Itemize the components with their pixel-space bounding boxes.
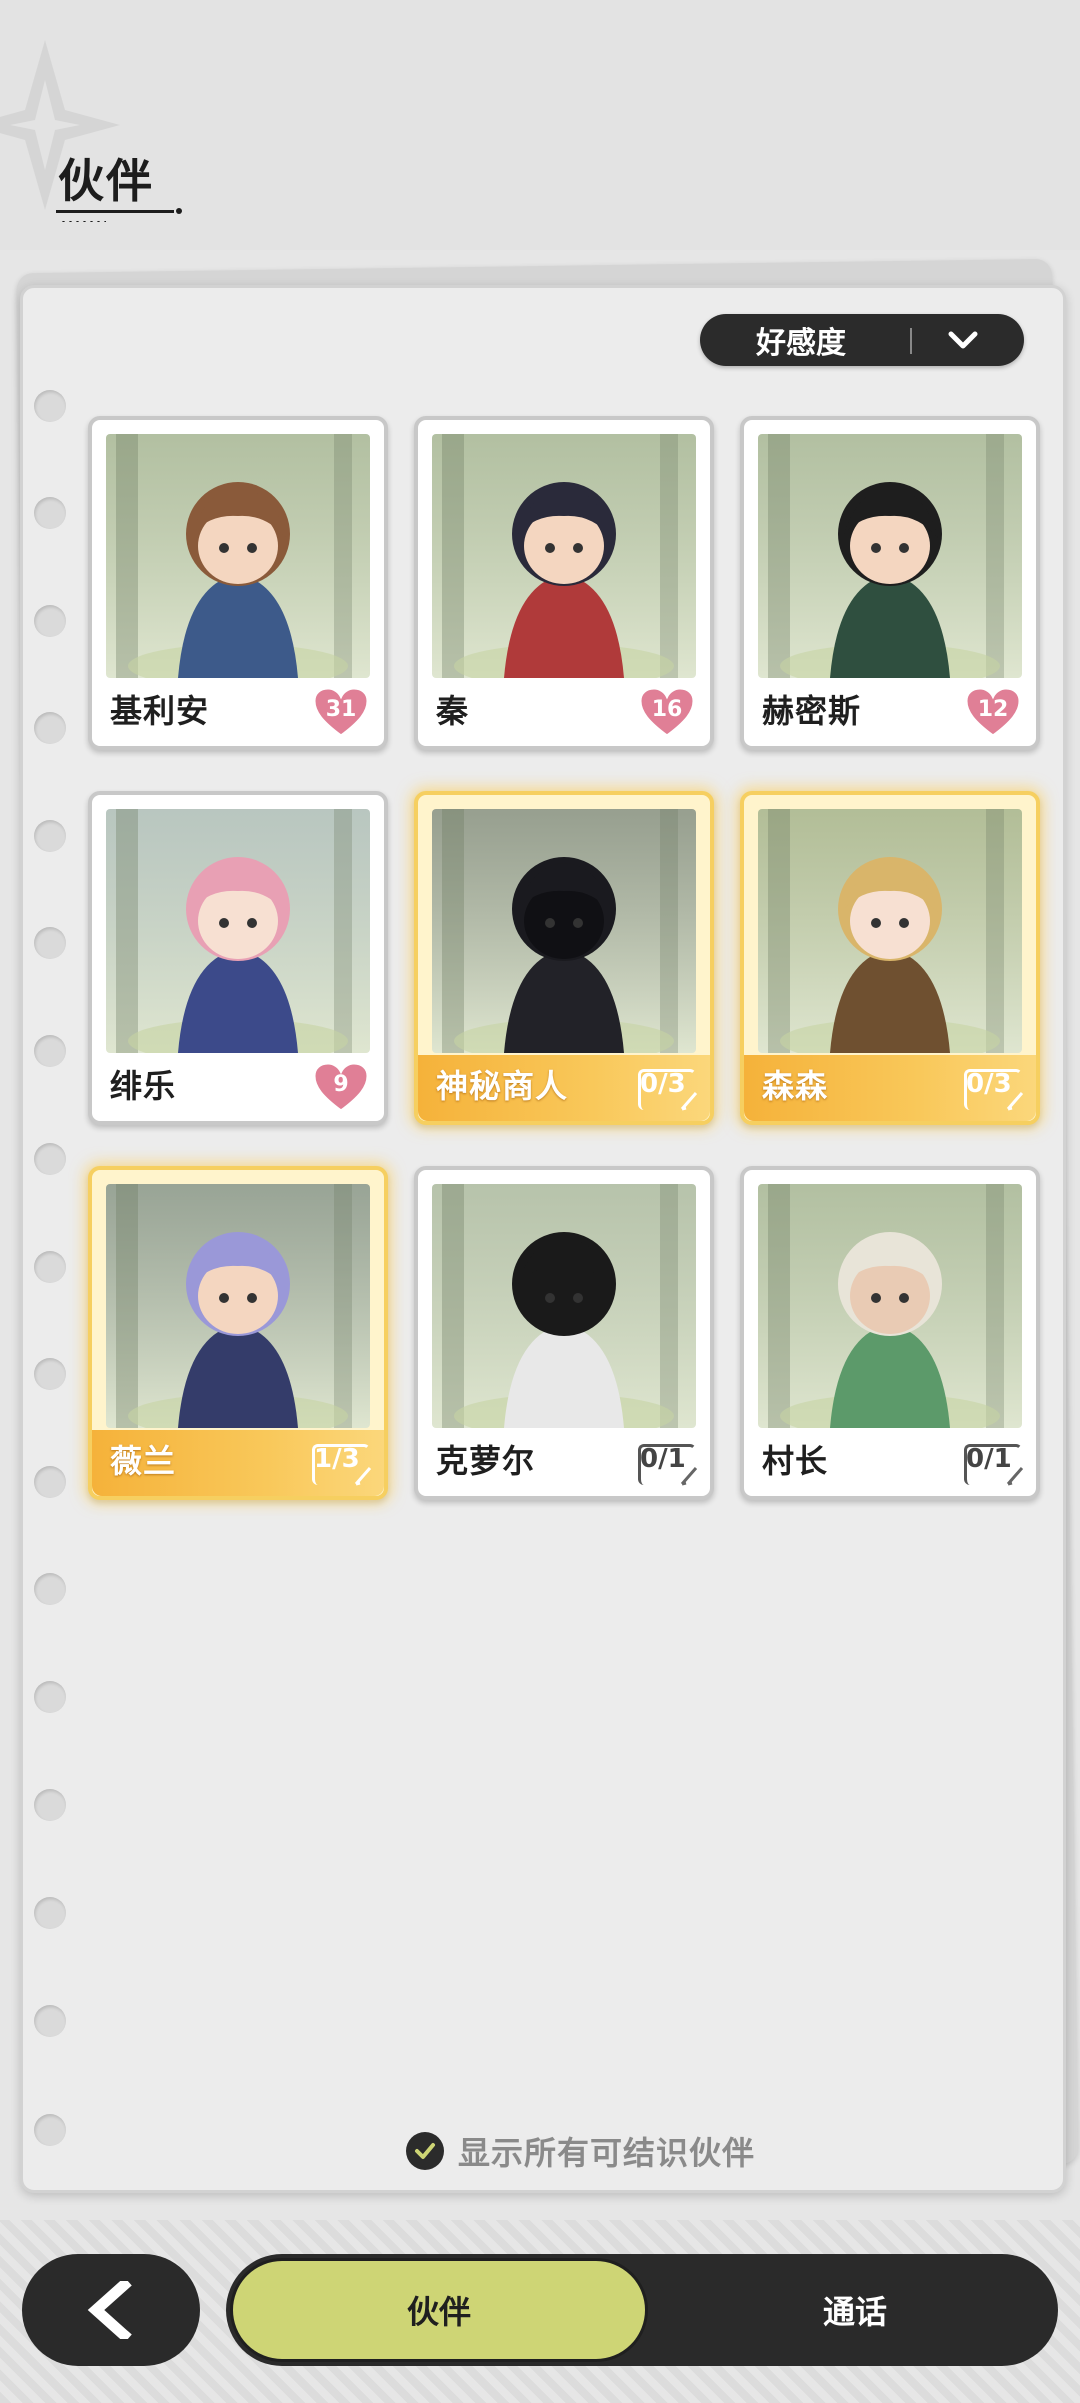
story-progress: 1/3 bbox=[312, 1440, 372, 1486]
companion-card[interactable]: 秦 16 bbox=[414, 416, 714, 750]
quill-icon bbox=[1006, 1092, 1024, 1111]
binder-hole bbox=[34, 390, 66, 422]
binder-hole bbox=[34, 712, 66, 744]
character-name: 村长 bbox=[762, 1442, 829, 1480]
binder-hole bbox=[34, 927, 66, 959]
affection-heart-icon: 9 bbox=[312, 1061, 370, 1113]
checkbox-checked-icon[interactable] bbox=[406, 2132, 444, 2170]
affection-heart-icon: 12 bbox=[964, 686, 1022, 738]
character-name: 薇兰 bbox=[110, 1442, 177, 1480]
tab-calls[interactable]: 通话 bbox=[656, 2258, 1054, 2362]
character-name: 克萝尔 bbox=[436, 1442, 536, 1480]
binder-hole bbox=[34, 820, 66, 852]
companion-card[interactable]: 克萝尔 0/1 bbox=[414, 1166, 714, 1500]
companion-card[interactable]: 村长 0/1 bbox=[740, 1166, 1040, 1500]
header: 伙伴 bbox=[0, 0, 1080, 250]
chevron-down-icon bbox=[948, 331, 978, 349]
character-portrait bbox=[432, 809, 696, 1053]
companion-card[interactable]: 森森 0/3 bbox=[740, 791, 1040, 1125]
affection-level: 12 bbox=[977, 697, 1009, 722]
binder-hole bbox=[34, 605, 66, 637]
show-all-toggle[interactable]: 显示所有可结识伙伴 bbox=[406, 2128, 755, 2174]
character-portrait bbox=[106, 809, 370, 1053]
companion-card[interactable]: 基利安 31 bbox=[88, 416, 388, 750]
character-name: 赫密斯 bbox=[762, 692, 862, 730]
progress-value: 0/3 bbox=[640, 1069, 686, 1099]
tab-bar: 伙伴 通话 bbox=[226, 2254, 1058, 2366]
companion-card[interactable]: 赫密斯 12 bbox=[740, 416, 1040, 750]
affection-level: 16 bbox=[651, 697, 683, 722]
sort-divider bbox=[910, 328, 912, 354]
binder-hole bbox=[34, 1681, 66, 1713]
affection-heart-icon: 31 bbox=[312, 686, 370, 738]
binder-hole bbox=[34, 1789, 66, 1821]
character-portrait bbox=[106, 1184, 370, 1428]
story-progress: 0/1 bbox=[638, 1440, 698, 1486]
affection-level: 9 bbox=[333, 1072, 349, 1097]
progress-value: 0/1 bbox=[966, 1444, 1012, 1474]
story-progress: 0/1 bbox=[964, 1440, 1024, 1486]
character-portrait bbox=[432, 434, 696, 678]
character-portrait bbox=[758, 809, 1022, 1053]
quill-icon bbox=[680, 1092, 698, 1111]
sort-label: 好感度 bbox=[756, 326, 846, 361]
character-portrait bbox=[758, 1184, 1022, 1428]
story-progress: 0/3 bbox=[638, 1065, 698, 1111]
tab-companions[interactable]: 伙伴 bbox=[230, 2258, 648, 2362]
binder-hole bbox=[34, 1251, 66, 1283]
binder-hole bbox=[34, 1143, 66, 1175]
binder-hole bbox=[34, 1035, 66, 1067]
binder-hole bbox=[34, 1466, 66, 1498]
binder-hole bbox=[34, 1897, 66, 1929]
page-title: 伙伴 bbox=[58, 154, 154, 208]
story-progress: 0/3 bbox=[964, 1065, 1024, 1111]
character-name: 神秘商人 bbox=[436, 1067, 569, 1105]
show-all-label: 显示所有可结识伙伴 bbox=[458, 2134, 756, 2172]
quill-icon bbox=[680, 1467, 698, 1486]
quill-icon bbox=[1006, 1467, 1024, 1486]
affection-heart-icon: 16 bbox=[638, 686, 696, 738]
character-name: 秦 bbox=[436, 692, 470, 730]
character-portrait bbox=[432, 1184, 696, 1428]
binder-hole bbox=[34, 2114, 66, 2146]
character-name: 绯乐 bbox=[110, 1067, 177, 1105]
companion-card[interactable]: 薇兰 1/3 bbox=[88, 1166, 388, 1500]
affection-level: 31 bbox=[325, 697, 357, 722]
progress-value: 0/3 bbox=[966, 1069, 1012, 1099]
binder-hole bbox=[34, 2005, 66, 2037]
progress-value: 0/1 bbox=[640, 1444, 686, 1474]
binder-hole bbox=[34, 497, 66, 529]
character-name: 森森 bbox=[762, 1067, 829, 1105]
companion-card[interactable]: 神秘商人 0/3 bbox=[414, 791, 714, 1125]
back-arrow-icon bbox=[87, 2281, 132, 2339]
binder-hole bbox=[34, 1573, 66, 1605]
binder-hole bbox=[34, 1358, 66, 1390]
progress-value: 1/3 bbox=[314, 1444, 360, 1474]
character-name: 基利安 bbox=[110, 692, 210, 730]
character-portrait bbox=[758, 434, 1022, 678]
quill-icon bbox=[354, 1467, 372, 1486]
companion-card[interactable]: 绯乐 9 bbox=[88, 791, 388, 1125]
title-underline bbox=[56, 208, 182, 214]
back-button[interactable] bbox=[22, 2254, 200, 2366]
character-portrait bbox=[106, 434, 370, 678]
title-dots bbox=[60, 220, 106, 223]
sort-dropdown[interactable]: 好感度 bbox=[700, 314, 1024, 366]
